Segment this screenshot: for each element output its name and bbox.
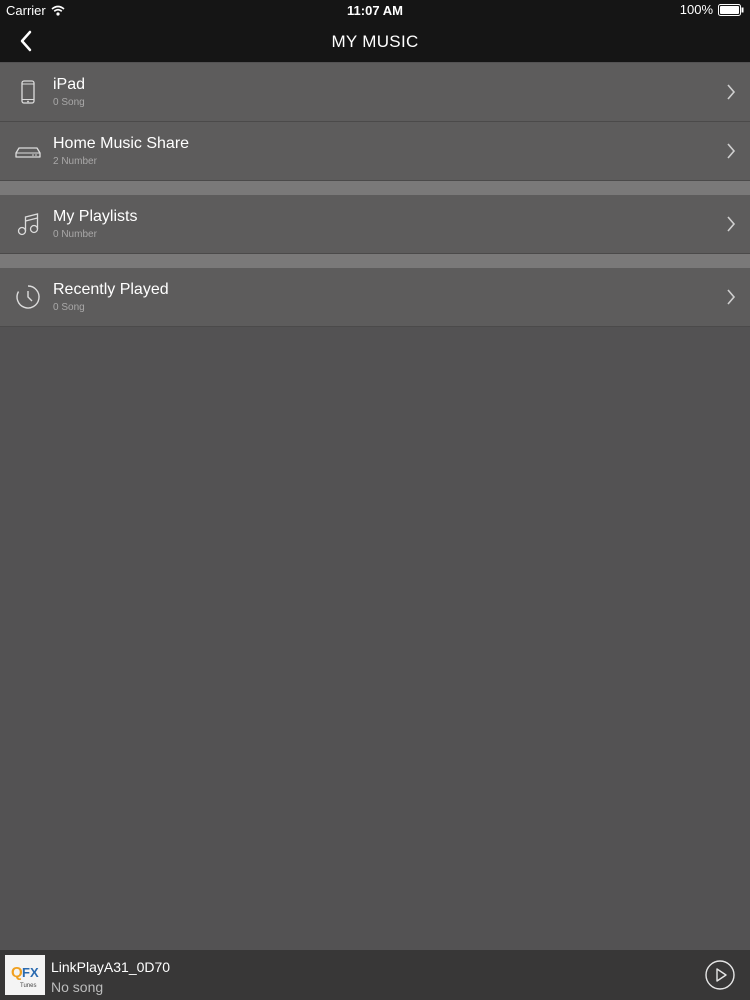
svg-text:Tunes: Tunes [20,983,36,989]
tablet-icon [21,80,35,104]
status-bar: Carrier 11:07 AM 100% [0,0,750,20]
chevron-right-icon [727,143,736,159]
battery-icon [718,3,744,16]
list-item-recently-played[interactable]: Recently Played 0 Song [0,268,750,327]
page-title: MY MUSIC [331,32,419,51]
song-title: No song [51,979,104,995]
list-item-my-playlists[interactable]: My Playlists 0 Number [0,195,750,254]
list-item-label: My Playlists [53,208,138,225]
album-art-thumbnail: Q FX Tunes [5,955,45,995]
battery-percent: 100% [679,2,713,17]
qfx-logo: Q FX Tunes [5,955,45,995]
status-time: 11:07 AM [347,3,403,18]
battery-info: 100% [680,2,744,17]
navigation-bar: MY MUSIC [0,20,750,62]
list-item-label: iPad [53,76,86,93]
chevron-right-icon [727,289,736,305]
list-item-count: 0 Song [53,302,85,313]
now-playing-bar[interactable]: Q FX Tunes LinkPlayA31_0D70 No song [0,950,750,1000]
section-divider [0,181,750,195]
router-icon [15,147,41,158]
chevron-right-icon [727,84,736,100]
list-item-home-music-share[interactable]: Home Music Share 2 Number [0,122,750,181]
list-item-label: Recently Played [53,281,169,298]
list-item-count: 2 Number [53,156,97,167]
list-item-count: 0 Song [53,97,85,108]
device-name: LinkPlayA31_0D70 [51,959,171,975]
clock-icon [16,285,40,309]
list-item-ipad[interactable]: iPad 0 Song [0,63,750,122]
section-divider [0,254,750,268]
play-button[interactable] [704,959,736,991]
svg-text:FX: FX [22,965,39,980]
list-item-label: Home Music Share [53,135,190,152]
chevron-right-icon [727,216,736,232]
music-note-icon [17,213,39,236]
music-source-list: iPad 0 Song Home Music Share 2 Number My… [0,63,750,327]
list-item-count: 0 Number [53,229,97,240]
